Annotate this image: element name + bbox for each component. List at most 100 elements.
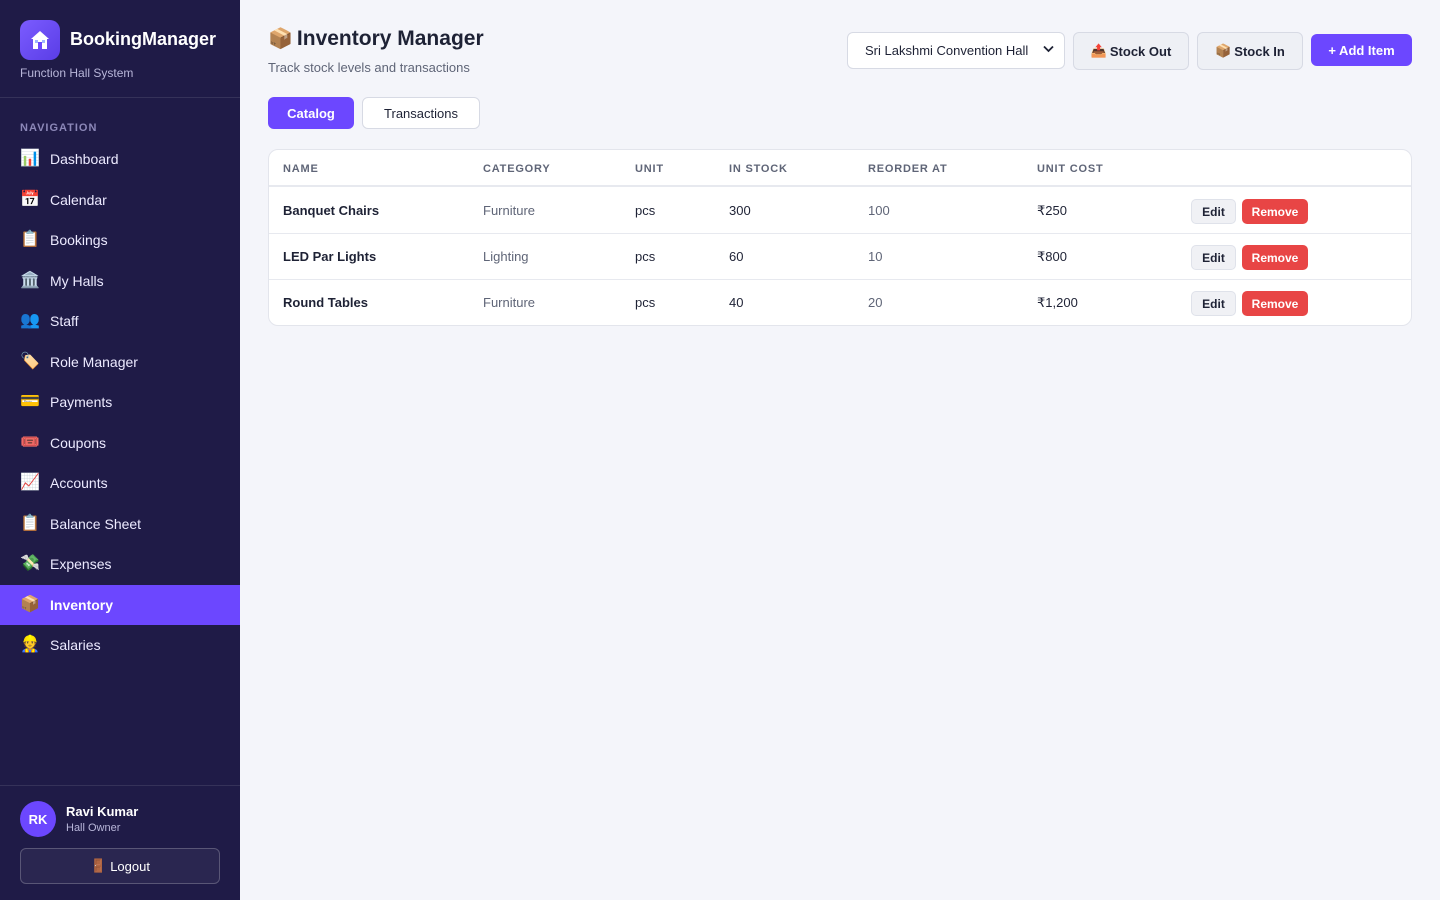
sidebar-item-coupons[interactable]: 🎟️ Coupons xyxy=(0,423,240,464)
sidebar-item-role-manager[interactable]: 🏷️ Role Manager xyxy=(0,342,240,383)
cell-name: LED Par Lights xyxy=(283,249,377,264)
cell-category: Furniture xyxy=(483,203,536,218)
table-row: Banquet Chairs Furniture pcs 300 100 ₹25… xyxy=(269,188,1411,234)
sidebar-item-expenses[interactable]: 💸 Expenses xyxy=(0,544,240,585)
credit-card-icon: 💳 xyxy=(20,393,40,411)
money-wings-icon: 💸 xyxy=(20,555,40,573)
bar-chart-icon: 📊 xyxy=(20,150,40,168)
cell-unit: pcs xyxy=(635,295,656,310)
page-title-text: Inventory Manager xyxy=(296,26,484,50)
sidebar-item-accounts[interactable]: 📈 Accounts xyxy=(0,463,240,504)
package-icon: 📦 xyxy=(1215,43,1232,58)
edit-button[interactable]: Edit xyxy=(1191,199,1236,224)
stock-out-label: Stock Out xyxy=(1109,43,1172,59)
column-header-name: NAME xyxy=(283,163,319,175)
trend-chart-icon: 📈 xyxy=(20,474,40,492)
cell-reorder-at: 100 xyxy=(868,203,890,218)
logout-button[interactable]: 🚪 Logout xyxy=(20,848,220,884)
hall-select[interactable]: Sri Lakshmi Convention Hall xyxy=(847,32,1065,69)
stock-in-button[interactable]: 📦 Stock In xyxy=(1197,32,1303,70)
package-icon: 📦 xyxy=(268,28,293,50)
chevron-down-icon xyxy=(1043,45,1054,56)
cell-unit: pcs xyxy=(635,203,656,218)
nav-heading: NAVIGATION xyxy=(20,122,98,134)
sidebar-item-label: Coupons xyxy=(50,434,107,451)
table-row: LED Par Lights Lighting pcs 60 10 ₹800 E… xyxy=(269,234,1411,280)
house-icon xyxy=(20,20,60,60)
add-item-button[interactable]: + Add Item xyxy=(1311,34,1412,66)
ticket-icon: 🎟️ xyxy=(20,433,40,451)
door-icon: 🚪 xyxy=(90,858,107,873)
cell-in-stock: 60 xyxy=(729,249,744,264)
people-icon: 👥 xyxy=(20,312,40,330)
sidebar-item-label: Inventory xyxy=(50,596,114,613)
sidebar-item-payments[interactable]: 💳 Payments xyxy=(0,382,240,423)
cell-unit-cost: ₹1,200 xyxy=(1037,295,1078,310)
remove-button[interactable]: Remove xyxy=(1242,291,1308,316)
sidebar-divider xyxy=(0,97,240,98)
worker-icon: 👷 xyxy=(20,636,40,654)
sidebar-item-label: Expenses xyxy=(50,556,112,573)
cell-category: Lighting xyxy=(483,249,529,264)
clipboard-icon: 📋 xyxy=(20,514,40,532)
sidebar-item-calendar[interactable]: 📅 Calendar xyxy=(0,180,240,221)
stock-in-label: Stock In xyxy=(1234,43,1285,59)
cell-in-stock: 300 xyxy=(729,203,751,218)
sidebar-item-bookings[interactable]: 📋 Bookings xyxy=(0,220,240,261)
column-header-reorder-at: REORDER AT xyxy=(868,163,948,175)
sidebar-item-salaries[interactable]: 👷 Salaries xyxy=(0,625,240,666)
brand-subtitle: Function Hall System xyxy=(20,66,134,80)
hall-select-value: Sri Lakshmi Convention Hall xyxy=(865,43,1029,58)
building-icon: 🏛️ xyxy=(20,271,40,289)
sidebar-item-staff[interactable]: 👥 Staff xyxy=(0,301,240,342)
sidebar-item-label: Staff xyxy=(50,313,79,330)
sidebar-item-my-halls[interactable]: 🏛️ My Halls xyxy=(0,261,240,302)
tab-transactions[interactable]: Transactions xyxy=(362,97,480,129)
sidebar-item-label: Balance Sheet xyxy=(50,515,142,532)
inventory-table: NAME CATEGORY UNIT IN STOCK REORDER AT U… xyxy=(268,149,1412,326)
remove-button[interactable]: Remove xyxy=(1242,245,1308,270)
column-header-unit-cost: UNIT COST xyxy=(1037,163,1104,175)
sidebar-item-label: Salaries xyxy=(50,637,101,654)
tab-catalog[interactable]: Catalog xyxy=(268,97,354,129)
cell-name: Banquet Chairs xyxy=(283,203,380,218)
cell-reorder-at: 10 xyxy=(868,249,883,264)
table-header: NAME CATEGORY UNIT IN STOCK REORDER AT U… xyxy=(269,150,1411,187)
cell-in-stock: 40 xyxy=(729,295,744,310)
sidebar-item-label: Bookings xyxy=(50,232,108,249)
cell-category: Furniture xyxy=(483,295,536,310)
tag-icon: 🏷️ xyxy=(20,352,40,370)
table-row: Round Tables Furniture pcs 40 20 ₹1,200 … xyxy=(269,280,1411,325)
sidebar-item-label: Calendar xyxy=(50,191,107,208)
sidebar-divider xyxy=(0,785,240,786)
outbox-icon: 📤 xyxy=(1090,43,1107,58)
edit-button[interactable]: Edit xyxy=(1191,245,1236,270)
clipboard-icon: 📋 xyxy=(20,231,40,249)
column-header-in-stock: IN STOCK xyxy=(729,163,788,175)
sidebar-item-balance-sheet[interactable]: 📋 Balance Sheet xyxy=(0,504,240,545)
remove-button[interactable]: Remove xyxy=(1242,199,1308,224)
sidebar-item-label: Accounts xyxy=(50,475,108,492)
sidebar-item-label: My Halls xyxy=(50,272,104,289)
sidebar-item-dashboard[interactable]: 📊 Dashboard xyxy=(0,139,240,180)
sidebar-item-label: Dashboard xyxy=(50,151,119,168)
cell-unit-cost: ₹800 xyxy=(1037,249,1067,264)
cell-unit-cost: ₹250 xyxy=(1037,203,1067,218)
sidebar-item-inventory[interactable]: 📦 Inventory xyxy=(0,584,240,625)
cell-reorder-at: 20 xyxy=(868,295,883,310)
stock-out-button[interactable]: 📤 Stock Out xyxy=(1073,32,1189,70)
avatar: RK xyxy=(20,801,56,837)
calendar-icon: 📅 xyxy=(20,190,40,208)
column-header-unit: UNIT xyxy=(635,163,664,175)
sidebar-item-label: Role Manager xyxy=(50,353,138,370)
sidebar-item-label: Payments xyxy=(50,394,113,411)
sidebar: BookingManager Function Hall System NAVI… xyxy=(0,0,240,900)
package-icon: 📦 xyxy=(20,595,40,613)
cell-unit: pcs xyxy=(635,249,656,264)
cell-name: Round Tables xyxy=(283,295,368,310)
brand-name: BookingManager xyxy=(70,29,217,49)
edit-button[interactable]: Edit xyxy=(1191,291,1236,316)
logout-label: Logout xyxy=(110,858,150,874)
user-name: Ravi Kumar xyxy=(66,804,139,819)
column-header-category: CATEGORY xyxy=(483,163,551,175)
